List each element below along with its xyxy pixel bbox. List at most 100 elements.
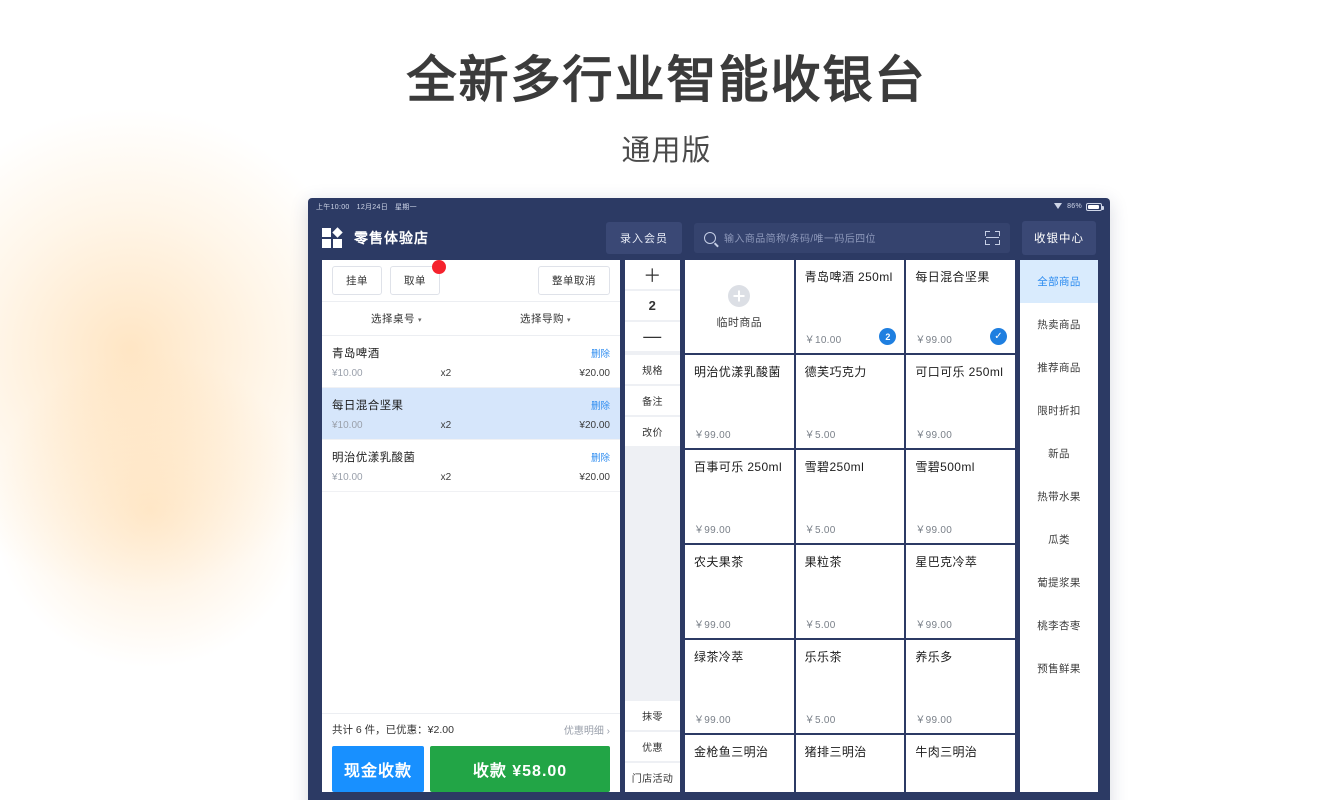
order-summary-line: 共计 6 件，已优惠：¥2.00 优惠明细 ›	[332, 722, 610, 737]
order-selectors: 选择桌号 ▾ 选择导购 ▾	[322, 302, 620, 336]
category-item-all[interactable]: 全部商品	[1020, 260, 1098, 303]
category-item-stone-fruit[interactable]: 桃李杏枣	[1020, 604, 1098, 647]
delete-item-link[interactable]: 删除	[591, 450, 610, 464]
change-price-button[interactable]: 改价	[625, 417, 680, 446]
category-item-presale[interactable]: 预售鲜果	[1020, 647, 1098, 690]
retrieve-order-button[interactable]: 取单	[390, 260, 446, 295]
cancel-order-button[interactable]: 整单取消	[538, 266, 610, 295]
product-name: 金枪鱼三明治	[694, 745, 769, 759]
status-bar-left: 上午10:00 12月24日 星期一	[316, 202, 417, 212]
product-card[interactable]: 星巴克冷萃 ￥99.00	[906, 545, 1015, 638]
order-row[interactable]: 明治优漾乳酸菌 删除 ¥10.00 x2 ¥20.00	[322, 440, 620, 492]
product-card[interactable]: 每日混合坚果 ￥99.00	[906, 260, 1015, 353]
product-card[interactable]: 青岛啤酒 250ml ￥10.00 2	[795, 260, 905, 353]
product-card[interactable]: 德芙巧克力 ￥5.00	[795, 355, 905, 448]
product-price: ￥99.00	[694, 715, 731, 726]
product-card[interactable]: 绿茶冷萃 ￥99.00	[685, 640, 794, 733]
product-name: 明治优漾乳酸菌	[694, 365, 781, 379]
order-item-name: 明治优漾乳酸菌	[332, 452, 416, 464]
product-name: 星巴克冷萃	[915, 555, 978, 569]
product-card[interactable]: 明治优漾乳酸菌 ￥99.00	[685, 355, 794, 448]
product-name: 绿茶冷萃	[694, 650, 744, 664]
page-subtitle: 通用版	[621, 135, 712, 167]
product-card[interactable]: 农夫果茶 ￥99.00	[685, 545, 794, 638]
product-search-bar[interactable]: 输入商品简称/条码/唯一码后四位	[694, 222, 1010, 253]
product-price: ￥99.00	[915, 430, 953, 441]
product-card[interactable]: 金枪鱼三明治	[685, 735, 794, 792]
product-card[interactable]: 百事可乐 250ml ￥99.00	[685, 450, 794, 543]
payment-buttons: 现金收款 收款 ¥58.00	[332, 746, 610, 792]
order-item-list: 青岛啤酒 删除 ¥10.00 x2 ¥20.00 每日混合坚果 删除 ¥10.0…	[322, 336, 620, 713]
product-selected-check-icon	[989, 328, 1007, 345]
delete-item-link[interactable]: 删除	[591, 398, 610, 412]
item-tool-column: ＋ 2 — 规格 备注 改价 抹零 优惠 门店活动	[625, 260, 680, 792]
wifi-icon	[1054, 203, 1063, 210]
hold-order-button[interactable]: 挂单	[332, 266, 382, 295]
order-item-qty: x2	[440, 368, 452, 379]
category-item-berries[interactable]: 葡提浆果	[1020, 561, 1098, 604]
discount-button[interactable]: 优惠	[625, 732, 680, 761]
checkout-button[interactable]: 收款 ¥58.00	[430, 746, 610, 792]
table-number-select[interactable]: 选择桌号 ▾	[322, 311, 471, 326]
product-card[interactable]: 猪排三明治	[795, 735, 905, 792]
delete-item-link[interactable]: 删除	[591, 346, 610, 360]
spec-button[interactable]: 规格	[625, 355, 680, 384]
product-name: 雪碧250ml	[804, 460, 865, 474]
product-card[interactable]: 乐乐茶 ￥5.00	[795, 640, 905, 733]
cash-payment-button[interactable]: 现金收款	[332, 746, 425, 792]
product-price: ￥5.00	[804, 620, 836, 631]
product-grid: 临时商品 青岛啤酒 250ml ￥10.00 2 每日混合坚果 ￥99.00 明…	[685, 260, 1015, 792]
category-item-new[interactable]: 新品	[1020, 432, 1098, 475]
product-card[interactable]: 养乐多 ￥99.00	[906, 640, 1015, 733]
category-item-melons[interactable]: 瓜类	[1020, 518, 1098, 561]
remark-button[interactable]: 备注	[625, 386, 680, 415]
status-time: 上午10:00	[316, 203, 350, 211]
category-item-tropical-fruit[interactable]: 热带水果	[1020, 475, 1098, 518]
round-off-button[interactable]: 抹零	[625, 701, 680, 730]
product-price: ￥99.00	[694, 525, 731, 536]
store-activity-button[interactable]: 门店活动	[625, 763, 680, 792]
category-item-flash-discount[interactable]: 限时折扣	[1020, 389, 1098, 432]
shop-name: 零售体验店	[354, 229, 429, 246]
decrease-qty-button[interactable]: —	[625, 322, 680, 351]
product-card[interactable]: 雪碧250ml ￥5.00	[795, 450, 905, 543]
product-card[interactable]: 可口可乐 250ml ￥99.00	[906, 355, 1015, 448]
cashier-center-button[interactable]: 收银中心	[1022, 220, 1096, 255]
retrieve-order-label: 取单	[404, 275, 426, 287]
order-row[interactable]: 每日混合坚果 删除 ¥10.00 x2 ¥20.00	[322, 388, 620, 440]
product-name: 养乐多	[915, 650, 953, 664]
discount-detail-link[interactable]: 优惠明细 ›	[564, 722, 610, 737]
order-row[interactable]: 青岛啤酒 删除 ¥10.00 x2 ¥20.00	[322, 336, 620, 388]
top-navigation-bar: 零售体验店 录入会员 输入商品简称/条码/唯一码后四位 收银中心	[308, 215, 1110, 260]
order-row-bottom: ¥10.00 x2 ¥20.00	[332, 420, 610, 431]
product-card[interactable]: 果粒茶 ￥5.00	[795, 545, 905, 638]
product-price: ￥5.00	[804, 430, 836, 441]
product-name: 猪排三明治	[804, 745, 867, 759]
search-input[interactable]: 输入商品简称/条码/唯一码后四位	[724, 230, 977, 245]
salesperson-select[interactable]: 选择导购 ▾	[471, 311, 620, 326]
product-card[interactable]: 牛肉三明治	[906, 735, 1015, 792]
product-name: 农夫果茶	[694, 555, 744, 569]
status-date: 12月24日	[356, 203, 388, 211]
order-item-subtotal: ¥20.00	[579, 368, 610, 379]
temp-product-card[interactable]: 临时商品	[685, 260, 794, 353]
order-item-qty: x2	[440, 472, 452, 483]
product-name: 果粒茶	[804, 555, 842, 569]
add-member-button[interactable]: 录入会员	[606, 221, 682, 254]
product-card[interactable]: 雪碧500ml ￥99.00	[906, 450, 1015, 543]
order-row-top: 明治优漾乳酸菌 删除	[332, 449, 610, 465]
status-weekday: 星期一	[395, 203, 417, 211]
qty-display: 2	[625, 291, 680, 320]
app-body: 挂单 取单 整单取消 选择桌号 ▾ 选择导购 ▾ 青岛啤酒 删除 ¥10.00 …	[308, 260, 1110, 800]
increase-qty-button[interactable]: ＋	[625, 260, 680, 289]
barcode-scan-icon[interactable]	[985, 230, 1000, 245]
category-item-recommended[interactable]: 推荐商品	[1020, 346, 1098, 389]
order-item-qty: x2	[440, 420, 452, 431]
category-item-hot[interactable]: 热卖商品	[1020, 303, 1098, 346]
product-name: 德芙巧克力	[804, 365, 867, 379]
retrieve-order-badge	[432, 260, 446, 274]
plus-circle-icon	[728, 285, 751, 307]
product-name: 可口可乐 250ml	[915, 365, 1004, 379]
product-price: ￥5.00	[804, 715, 836, 726]
order-summary-text: 共计 6 件，已优惠：¥2.00	[332, 724, 454, 736]
